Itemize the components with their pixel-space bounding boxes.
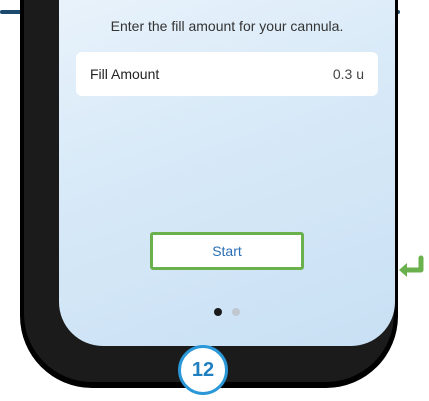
fill-amount-row[interactable]: Fill Amount 0.3 u <box>76 52 378 96</box>
start-button[interactable]: Start <box>150 232 304 270</box>
page-dot-inactive <box>232 308 240 316</box>
return-arrow-icon <box>399 255 424 277</box>
app-screen: Enter the fill amount for your cannula. … <box>59 0 395 346</box>
page-dot-active <box>214 308 222 316</box>
fill-amount-label: Fill Amount <box>90 66 160 82</box>
step-number-badge: 12 <box>178 345 228 395</box>
phone-frame: Enter the fill amount for your cannula. … <box>20 0 398 388</box>
fill-amount-value: 0.3 u <box>332 66 364 82</box>
stage: Enter the fill amount for your cannula. … <box>0 0 429 401</box>
instruction-text: Enter the fill amount for your cannula. <box>110 18 344 34</box>
page-indicator <box>59 308 395 316</box>
phone-bezel: Enter the fill amount for your cannula. … <box>24 0 395 382</box>
